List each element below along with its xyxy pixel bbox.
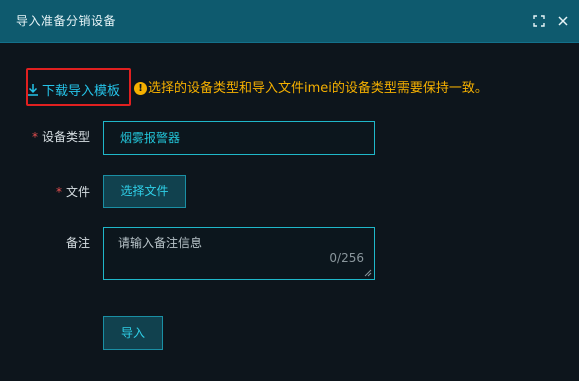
notice-text: 选择的设备类型和导入文件imei的设备类型需要保持一致。 [148,81,488,96]
remark-field[interactable]: 0/256 [103,227,375,280]
download-template-link[interactable]: 下载导入模板 [27,80,120,99]
device-type-select[interactable]: 烟雾报警器 [103,121,375,155]
maximize-icon[interactable] [530,12,548,30]
import-dialog: 导入准备分销设备 下载导入模板 ! 选择的设备类型和导入文件imei的设备类型需… [0,0,579,381]
device-type-label: * 设备类型 [31,130,90,144]
dialog-title-bar: 导入准备分销设备 [0,0,579,43]
download-icon [28,84,38,96]
dialog-title: 导入准备分销设备 [16,14,117,28]
download-template-label: 下载导入模板 [42,84,121,99]
resize-grip-icon[interactable] [364,269,372,277]
warning-icon: ! [134,82,147,95]
remark-char-counter: 0/256 [329,251,364,265]
file-label: * 文件 [55,185,90,199]
required-mark: * [55,185,62,199]
remark-label: 备注 [65,236,90,250]
required-mark: * [31,130,38,144]
choose-file-button[interactable]: 选择文件 [103,175,186,208]
import-button[interactable]: 导入 [103,316,163,350]
device-type-value: 烟雾报警器 [120,131,181,145]
close-icon[interactable] [554,12,572,30]
